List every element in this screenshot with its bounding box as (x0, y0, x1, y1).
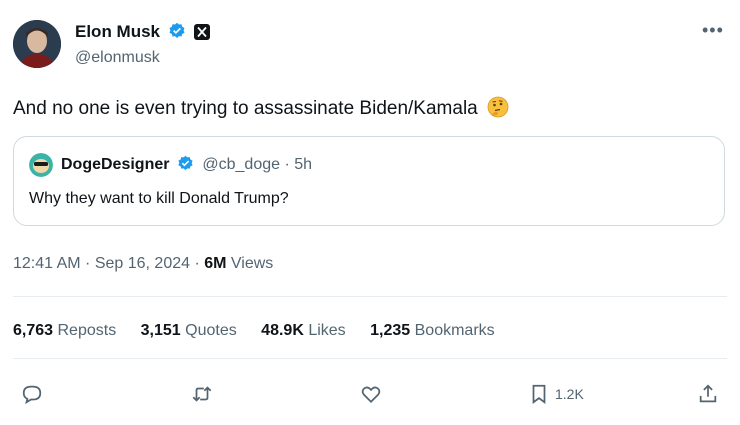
thinking-face-emoji-icon (487, 96, 509, 124)
tweet-text: And no one is even trying to assassinate… (13, 96, 509, 124)
reply-button[interactable] (21, 383, 43, 405)
reposts-label: Reposts (53, 322, 117, 339)
bookmark-icon (532, 384, 546, 404)
likes-label: Likes (303, 322, 346, 339)
quotes-label: Quotes (180, 322, 237, 339)
quoted-tweet-card[interactable] (13, 136, 725, 226)
tweet-body: And no one is even trying to assassinate… (13, 98, 478, 119)
quoted-handle-time: @cb_doge · 5h (202, 156, 313, 173)
quoted-avatar[interactable] (29, 153, 53, 177)
author-handle[interactable]: @elonmusk (75, 49, 160, 67)
verified-badge-icon (168, 22, 186, 45)
engagement-stats: 6,763 Reposts 3,151 Quotes 48.9K Likes 1… (13, 322, 515, 340)
bookmarks-stat[interactable]: 1,235 Bookmarks (370, 322, 495, 339)
quotes-stat[interactable]: 3,151 Quotes (141, 322, 237, 339)
repost-button[interactable] (190, 383, 214, 405)
tweet-timestamp: 12:41 AM · Sep 16, 2024 · 6M Views (13, 255, 273, 273)
repost-icon (192, 386, 212, 402)
quotes-count: 3,151 (140, 322, 181, 339)
likes-count: 48.9K (261, 322, 304, 339)
x-logo-icon (194, 24, 211, 40)
share-button[interactable] (697, 383, 719, 405)
likes-stat[interactable]: 48.9K Likes (261, 322, 346, 339)
bookmark-count: 1.2K (555, 386, 584, 402)
heart-icon (361, 386, 381, 404)
quoted-verified-badge-icon (177, 155, 194, 177)
bookmark-button[interactable]: 1.2K (529, 383, 584, 405)
divider-bottom (13, 358, 727, 359)
author-name-row: Elon Musk (75, 22, 211, 45)
like-button[interactable] (359, 383, 383, 405)
quoted-author-row: DogeDesigner @cb_doge · 5h (61, 155, 312, 177)
reposts-stat[interactable]: 6,763 Reposts (13, 322, 116, 339)
quoted-author-name[interactable]: DogeDesigner (61, 156, 169, 173)
more-options-icon[interactable]: ••• (702, 20, 724, 41)
reposts-count: 6,763 (13, 322, 54, 339)
timestamp-text[interactable]: 12:41 AM · Sep 16, 2024 · (13, 255, 204, 272)
avatar[interactable] (13, 20, 61, 68)
views-count: 6M (204, 255, 227, 272)
divider-top (13, 296, 727, 297)
bookmarks-label: Bookmarks (410, 322, 495, 339)
share-icon (699, 384, 717, 403)
views-label: Views (226, 255, 274, 272)
quoted-tweet-text: Why they want to kill Donald Trump? (29, 190, 289, 207)
author-name[interactable]: Elon Musk (75, 22, 160, 41)
reply-icon (22, 385, 42, 405)
bookmarks-count: 1,235 (370, 322, 411, 339)
